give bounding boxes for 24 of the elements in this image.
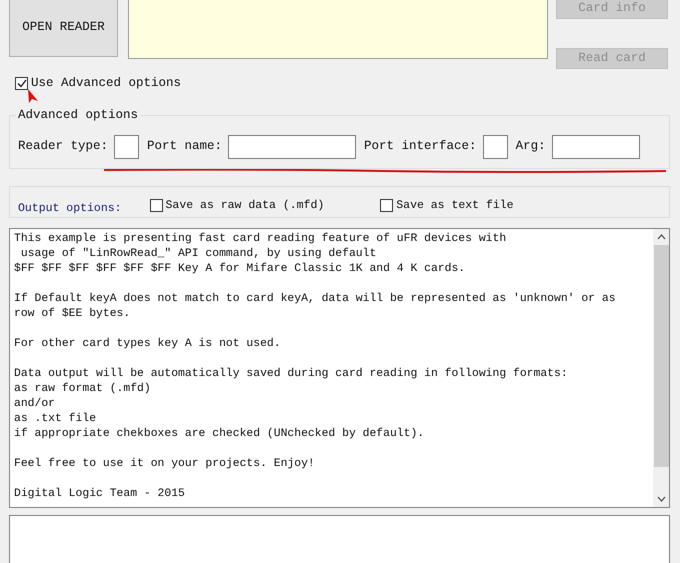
log-text-area[interactable] [9,514,670,563]
field-label: Reader type: [18,138,108,156]
scrollbar-thumb[interactable] [654,244,668,467]
open-reader-button[interactable]: OPEN READER [9,0,118,57]
input-field[interactable] [114,134,140,159]
advanced-checkbox[interactable] [15,76,28,90]
scroll-down-icon[interactable] [656,496,666,502]
input-field[interactable] [228,134,356,159]
input-field[interactable] [552,134,640,159]
field-label: Port name: [147,138,222,156]
checkbox[interactable] [150,199,163,212]
checkbox-label: Save as raw data (.mfd) [166,198,324,214]
description-text: This example is presenting fast card reading feature of uFR devices with usage of "LinRowRead_" API command, by using default $FF $FF $FF $FF $FF $FF Key A for Mifare Classic 1K and 4 K cards. If Default keyA does not match to card keyA, data will be represented as 'unknown' or as row of $EE bytes. For other card types key A is not used. Data output will be automatically saved during card reading in following formats: as raw format (.mfd) and/or as .txt file if appropriate chekboxes are checked (UNchecked by default). Feel free to use it on your projects. Enjoy! Digital Logic Team - 2015 [13,232,617,502]
field-label: Arg: [516,138,546,156]
checkbox-label: Use Advanced options [31,75,182,92]
checkbox[interactable] [380,199,394,212]
scroll-up-icon[interactable] [656,234,666,240]
cursor-arrow-icon [27,88,39,104]
scrollbar[interactable] [653,228,669,507]
output-options-label: Output options: [18,201,122,218]
checkbox-label: Save as text file [396,198,514,214]
input-field[interactable] [482,134,508,159]
check-icon [16,78,26,88]
field-label: Port interface: [364,138,477,156]
